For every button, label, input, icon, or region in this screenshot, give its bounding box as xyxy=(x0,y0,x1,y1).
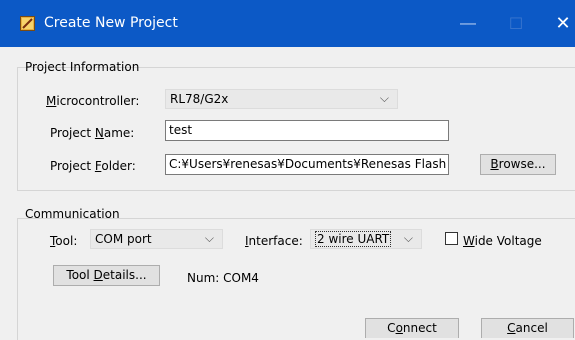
port-number: Num: COM4 xyxy=(187,271,259,285)
microcontroller-value: RL78/G2x xyxy=(170,92,229,106)
connect-button[interactable]: Connect xyxy=(365,318,459,338)
microcontroller-select[interactable]: RL78/G2x ⌵ xyxy=(165,89,398,109)
interface-select[interactable]: 2 wire UART ⌵ xyxy=(310,229,422,249)
cancel-button[interactable]: Cancel xyxy=(481,318,574,338)
title-bar[interactable]: Create New Project — ☐ ✕ xyxy=(0,0,575,47)
tool-select[interactable]: COM port ⌵ xyxy=(90,229,223,249)
chevron-down-icon: ⌵ xyxy=(403,231,413,245)
interface-label: Interface: xyxy=(245,234,303,248)
wide-voltage-label[interactable]: Wide Voltage xyxy=(463,234,542,248)
close-button[interactable]: ✕ xyxy=(540,0,575,47)
minimize-button[interactable]: — xyxy=(445,0,491,47)
project-name-input[interactable]: test xyxy=(165,120,449,141)
tool-value: COM port xyxy=(95,232,152,246)
wide-voltage-checkbox[interactable] xyxy=(445,232,458,245)
project-information-title: Project Information xyxy=(25,60,140,74)
project-folder-input[interactable]: C:¥Users¥renesas¥Documents¥Renesas Flash xyxy=(165,154,449,175)
communication-title: Communication xyxy=(25,207,120,221)
chevron-down-icon: ⌵ xyxy=(379,91,389,105)
project-name-value: test xyxy=(169,123,193,137)
project-name-label: Project Name: xyxy=(50,126,135,140)
maximize-icon: ☐ xyxy=(508,15,524,33)
maximize-button[interactable]: ☐ xyxy=(493,0,539,47)
chevron-down-icon: ⌵ xyxy=(204,231,214,245)
close-icon: ✕ xyxy=(555,13,571,33)
tool-details-button[interactable]: Tool Details... xyxy=(53,265,160,286)
project-folder-value: C:¥Users¥renesas¥Documents¥Renesas Flash xyxy=(169,157,447,171)
window-title: Create New Project xyxy=(44,15,178,31)
app-icon xyxy=(20,16,35,31)
project-folder-label: Project Folder: xyxy=(50,159,136,173)
browse-button[interactable]: Browse... xyxy=(480,154,556,175)
microcontroller-label: Microcontroller: xyxy=(46,94,140,108)
minimize-icon: — xyxy=(460,14,476,32)
tool-label: Tool: xyxy=(50,234,78,248)
interface-value: 2 wire UART xyxy=(315,231,392,247)
